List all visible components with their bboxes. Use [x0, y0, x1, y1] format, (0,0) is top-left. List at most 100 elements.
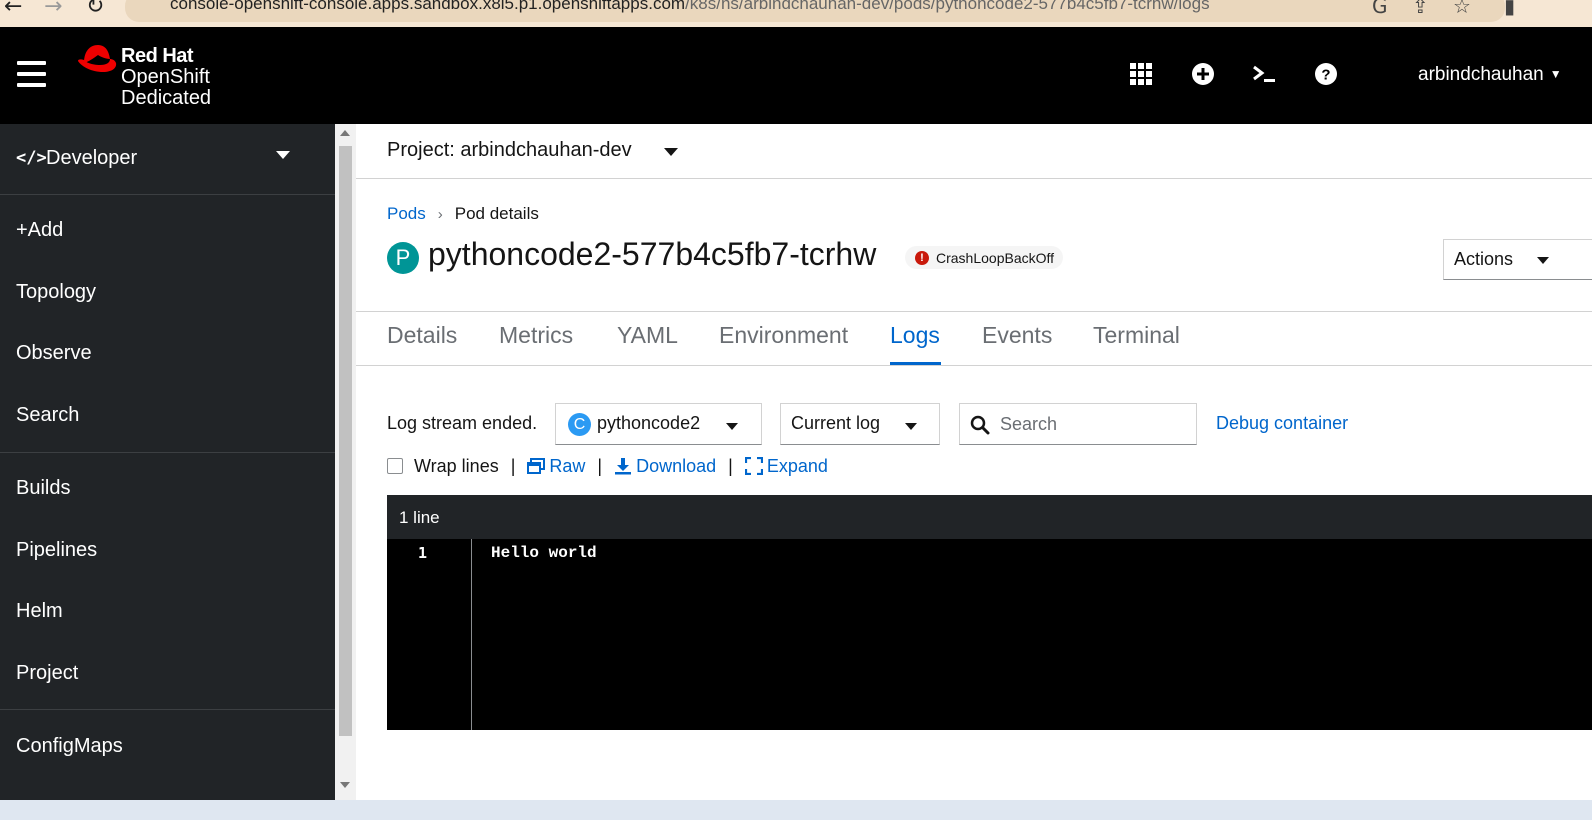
- container-badge: C: [568, 413, 591, 436]
- external-window-icon: [527, 458, 546, 474]
- brand-logo[interactable]: Red Hat OpenShift Dedicated: [121, 46, 211, 109]
- caret-down-icon: [905, 423, 917, 430]
- project-selector[interactable]: Project: arbindchauhan-dev: [387, 139, 632, 162]
- error-circle-icon: !: [915, 250, 929, 265]
- expand-label: Expand: [766, 455, 828, 476]
- brand-line-openshift: OpenShift: [121, 66, 210, 88]
- address-bar-url: console-openshift-console.apps.sandbox.x…: [170, 0, 1210, 14]
- back-arrow-icon[interactable]: ←: [4, 0, 22, 19]
- wrap-lines-label: Wrap lines: [414, 455, 499, 476]
- sidebar-item-pipelines[interactable]: Pipelines: [16, 539, 97, 562]
- page-title: pythoncode2-577b4c5fb7-tcrhw: [428, 236, 877, 272]
- url-host: console-openshift-console.apps.sandbox.x…: [170, 0, 686, 13]
- debug-container-link[interactable]: Debug container: [1216, 413, 1348, 434]
- separator: |: [510, 455, 516, 476]
- log-search-box[interactable]: [959, 403, 1197, 445]
- sidebar-scrollbar[interactable]: [335, 124, 356, 800]
- sidebar-item-search[interactable]: Search: [16, 404, 79, 427]
- download-icon: [615, 458, 632, 475]
- log-line-text: Hello world: [491, 544, 597, 562]
- svg-text:?: ?: [1321, 67, 1330, 84]
- breadcrumb-link-pods[interactable]: Pods: [387, 204, 426, 223]
- user-menu[interactable]: arbindchauhan ▼: [1418, 64, 1562, 86]
- container-select-value: pythoncode2: [597, 413, 701, 433]
- expand-link[interactable]: Expand: [744, 455, 828, 477]
- terminal-icon[interactable]: [1251, 61, 1277, 87]
- tab-terminal[interactable]: Terminal: [1093, 322, 1180, 349]
- log-viewer[interactable]: 1 Hello world: [387, 539, 1592, 730]
- tab-details[interactable]: Details: [387, 322, 457, 349]
- caret-down-icon: [276, 151, 290, 159]
- actions-dropdown[interactable]: Actions: [1443, 239, 1592, 280]
- log-line-count: 1 line: [399, 508, 440, 527]
- chevron-right-icon: ›: [437, 206, 443, 223]
- share-icon[interactable]: ⇪: [1412, 0, 1429, 18]
- sidebar-item-add[interactable]: +Add: [16, 219, 63, 242]
- tab-yaml[interactable]: YAML: [617, 322, 678, 349]
- tab-events[interactable]: Events: [982, 322, 1052, 349]
- sidebar-item-project[interactable]: Project: [16, 662, 78, 685]
- plus-circle-icon[interactable]: [1190, 61, 1216, 87]
- forward-arrow-icon[interactable]: →: [44, 0, 62, 19]
- raw-label: Raw: [549, 455, 586, 476]
- raw-link[interactable]: Raw: [527, 456, 585, 477]
- tab-metrics[interactable]: Metrics: [499, 322, 573, 349]
- username-label: arbindchauhan: [1418, 64, 1544, 85]
- line-number-gutter: [471, 539, 472, 730]
- caret-down-icon: [1537, 257, 1549, 264]
- masthead: Red Hat OpenShift Dedicated ? arbindchau…: [0, 27, 1592, 124]
- sidebar-item-helm[interactable]: Helm: [16, 600, 63, 623]
- download-link[interactable]: Download: [614, 456, 716, 477]
- perspective-switcher[interactable]: </> Developer: [0, 124, 335, 195]
- google-icon[interactable]: G: [1372, 0, 1388, 18]
- actions-label: Actions: [1454, 249, 1514, 269]
- download-label: Download: [636, 455, 717, 476]
- log-type-select[interactable]: Current log: [780, 403, 940, 445]
- url-path: /k8s/ns/arbindchauhan-dev/pods/pythoncod…: [685, 0, 1210, 13]
- caret-down-icon: [726, 423, 738, 430]
- pod-resource-badge: P: [387, 242, 419, 274]
- os-taskbar: [0, 800, 1592, 820]
- sidebar-item-configmaps[interactable]: ConfigMaps: [16, 735, 123, 758]
- log-line-number: 1: [418, 544, 428, 562]
- divider: [356, 365, 1592, 366]
- project-selector-bar: Project: arbindchauhan-dev: [356, 124, 1592, 179]
- search-input[interactable]: [1000, 412, 1190, 436]
- tab-logs[interactable]: Logs: [890, 322, 940, 349]
- brand-line-dedicated: Dedicated: [121, 87, 212, 109]
- bookmark-star-icon[interactable]: ☆: [1453, 0, 1471, 18]
- sidebar-item-topology[interactable]: Topology: [16, 281, 96, 304]
- sidebar-divider: [0, 709, 335, 710]
- sidebar-nav: </> Developer +Add Topology Observe Sear…: [0, 124, 335, 820]
- caret-down-icon[interactable]: [664, 148, 678, 156]
- breadcrumb-current: Pod details: [454, 204, 539, 223]
- code-icon: </>: [16, 148, 47, 168]
- log-type-value: Current log: [791, 413, 881, 433]
- log-viewer-header: 1 line: [387, 495, 1592, 539]
- breadcrumb: Pods › Pod details: [387, 204, 539, 224]
- separator: |: [728, 455, 733, 476]
- scroll-down-icon[interactable]: [340, 782, 350, 788]
- container-select[interactable]: C pythoncode2: [555, 403, 762, 445]
- sidebar-divider: [0, 452, 335, 453]
- sidebar-item-observe[interactable]: Observe: [16, 342, 92, 365]
- sidebar-item-builds[interactable]: Builds: [16, 477, 70, 500]
- separator: |: [597, 455, 603, 476]
- hamburger-menu-icon[interactable]: [17, 61, 46, 87]
- tab-environment[interactable]: Environment: [719, 322, 848, 349]
- redhat-logo-icon: [78, 45, 117, 72]
- perspective-label: Developer: [46, 147, 138, 169]
- reload-icon[interactable]: ↻: [86, 0, 104, 19]
- wrap-lines-checkbox[interactable]: [387, 458, 403, 474]
- scrollbar-thumb[interactable]: [339, 146, 352, 736]
- brand-line-redhat: Red Hat: [121, 45, 194, 67]
- status-text: CrashLoopBackOff: [936, 249, 1055, 266]
- chevron-down-icon: ▼: [1549, 67, 1562, 81]
- status-badge: ! CrashLoopBackOff: [905, 246, 1064, 269]
- help-icon[interactable]: ?: [1313, 61, 1339, 87]
- expand-icon: [744, 457, 763, 475]
- scroll-up-icon[interactable]: [340, 130, 350, 136]
- sidepanel-icon[interactable]: ▮: [1504, 0, 1515, 18]
- apps-grid-icon[interactable]: [1128, 61, 1154, 87]
- divider: [356, 311, 1592, 312]
